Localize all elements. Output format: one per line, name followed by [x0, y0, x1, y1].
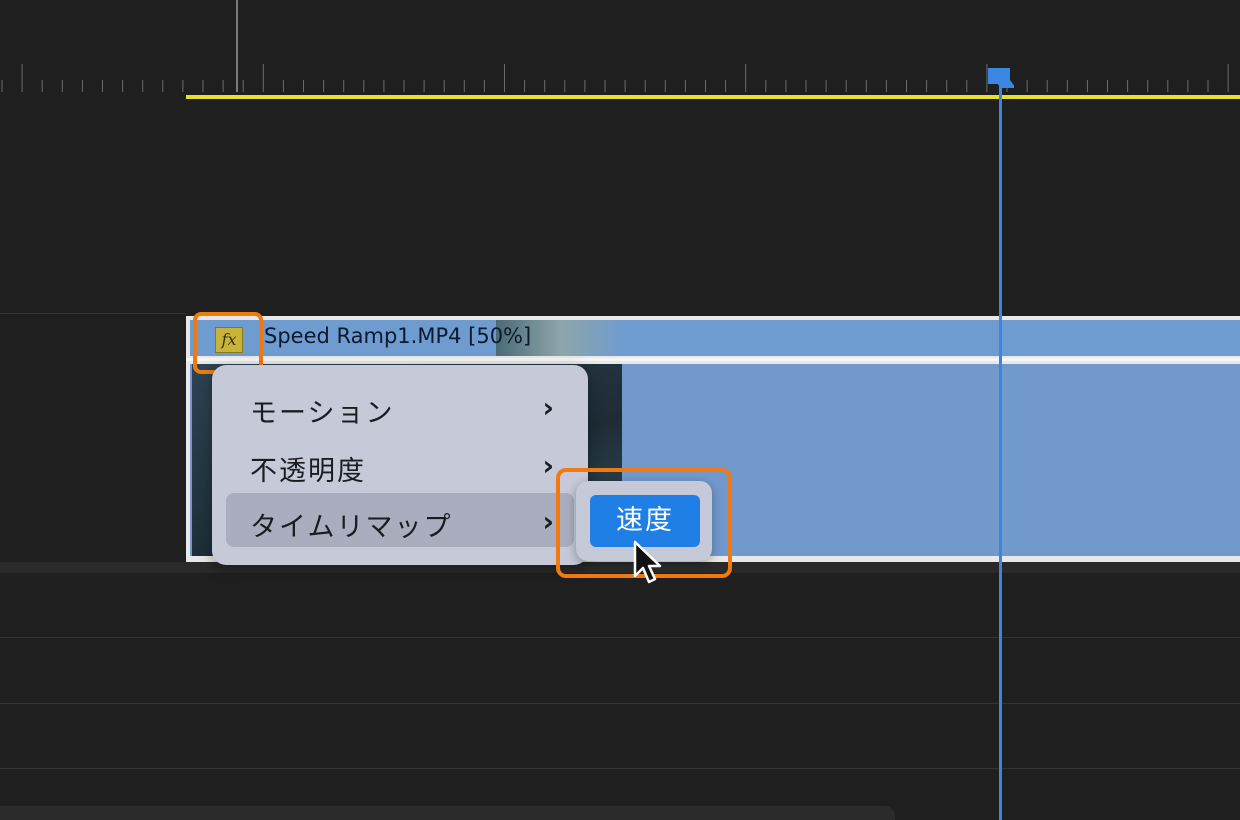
mouse-pointer-icon	[633, 540, 662, 584]
menu-item-label: 不透明度	[250, 456, 366, 487]
track-divider	[0, 313, 186, 314]
menu-item-label: モーション	[250, 398, 395, 429]
playhead-handle-icon[interactable]	[986, 66, 1014, 90]
work-area-bar[interactable]	[186, 95, 1240, 99]
clip-title: Speed Ramp1.MP4 [50%]	[264, 324, 532, 348]
chevron-right-icon: ›	[542, 505, 554, 538]
track-divider	[0, 637, 1240, 638]
ruler-ticks	[1, 0, 1229, 92]
clip-header[interactable]: Speed Ramp1.MP4 [50%]	[190, 320, 1240, 356]
menu-item-label: タイムリマップ	[250, 512, 453, 543]
track-divider	[0, 703, 1240, 704]
menu-item-time-remapping[interactable]: タイムリマップ ›	[226, 493, 574, 547]
chevron-right-icon: ›	[542, 449, 554, 482]
clip-divider	[186, 358, 1240, 361]
menu-item-opacity[interactable]: 不透明度 ›	[226, 437, 574, 491]
menu-item-motion[interactable]: モーション ›	[226, 379, 574, 433]
clip-effects-menu: モーション › 不透明度 › タイムリマップ ›	[212, 365, 588, 565]
timeline-ruler[interactable]	[0, 0, 1240, 100]
chevron-right-icon: ›	[542, 391, 554, 424]
track-divider	[0, 768, 1240, 769]
horizontal-scrollbar[interactable]	[0, 806, 895, 820]
playhead-line[interactable]	[999, 84, 1002, 820]
